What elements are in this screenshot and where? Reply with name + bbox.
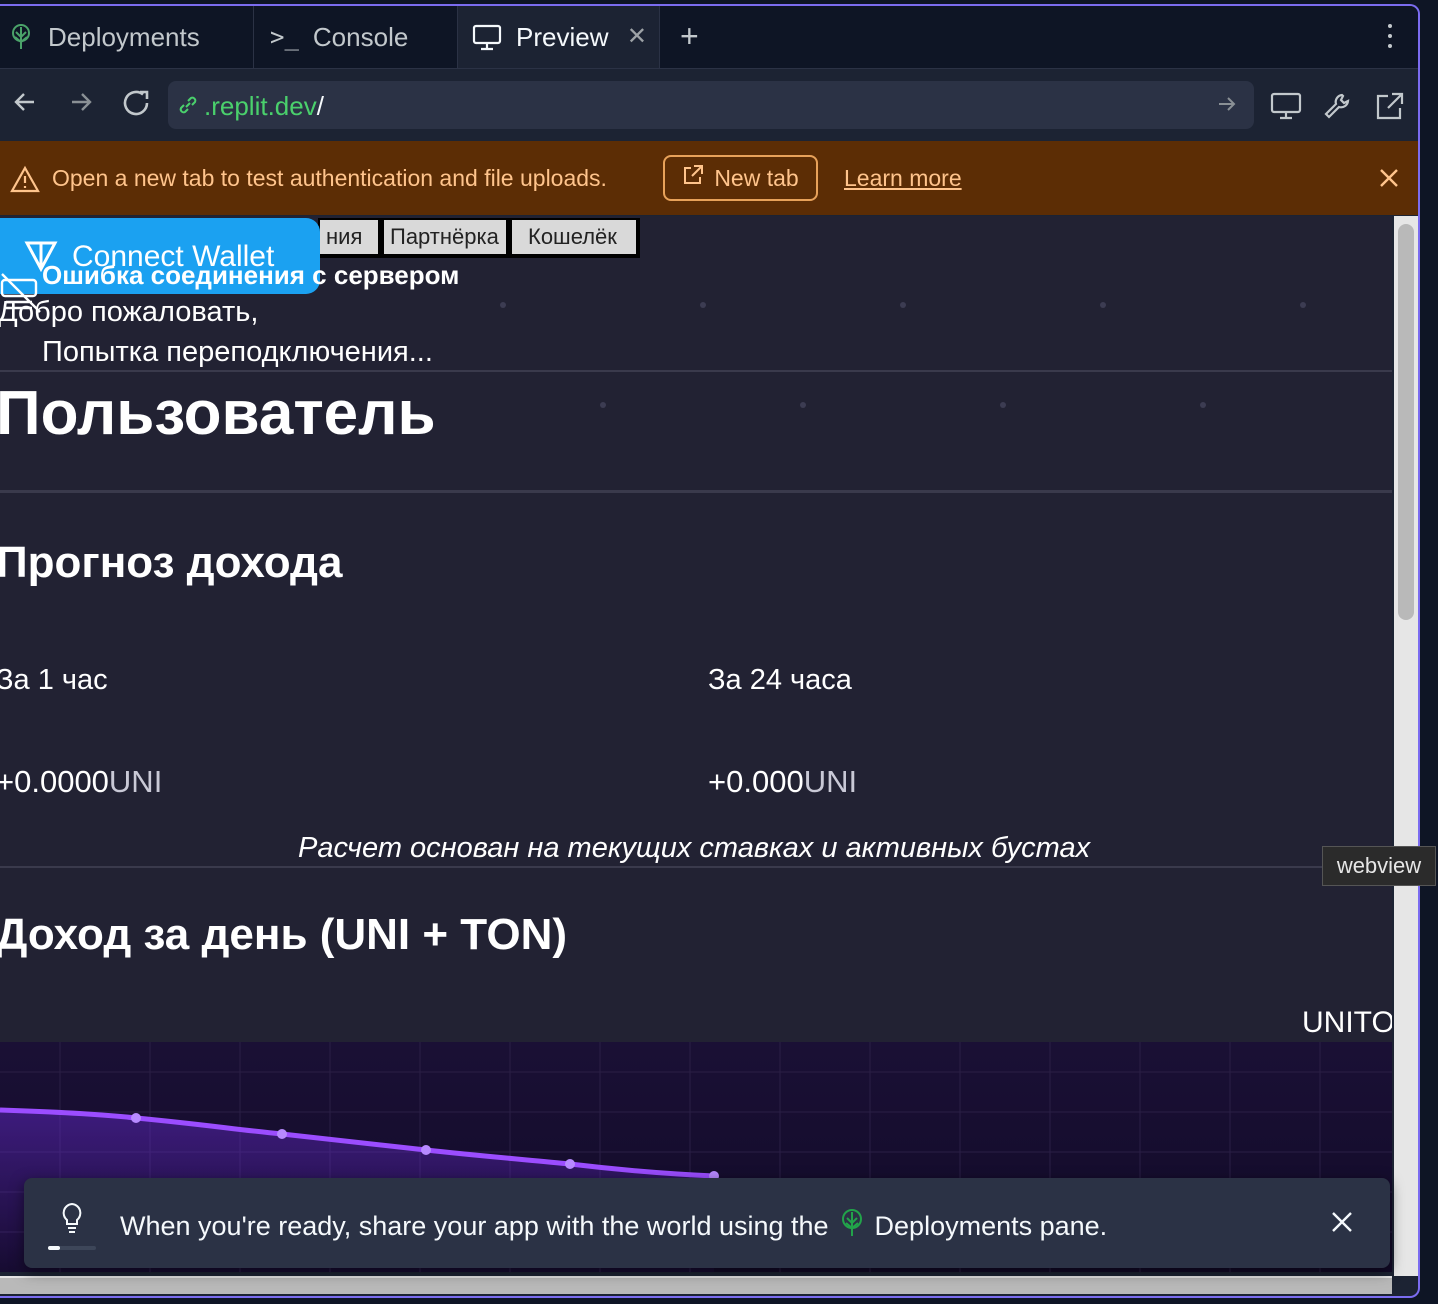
browser-toolbar: .replit.dev/ xyxy=(0,69,1418,141)
learn-more-link[interactable]: Learn more xyxy=(844,165,962,192)
forecast-heading: Прогноз дохода xyxy=(0,538,343,587)
webview-content: ния Партнёрка Кошелёк Connect Wallet Оши… xyxy=(0,216,1392,1272)
tab-preview-label: Preview xyxy=(516,21,609,52)
background-dot xyxy=(700,302,706,308)
chart-legend: UNITO xyxy=(1302,1006,1392,1039)
replit-preview-pane: Deployments >_ Console Preview ✕ + .repl… xyxy=(0,4,1420,1298)
forecast-note: Расчет основан на текущих ставках и акти… xyxy=(298,832,1091,864)
background-dot xyxy=(900,302,906,308)
nav-button-missions[interactable]: ния xyxy=(318,218,382,258)
close-banner-icon[interactable] xyxy=(1378,167,1400,194)
divider xyxy=(0,370,1392,372)
background-dot xyxy=(1200,402,1206,408)
vertical-scrollbar-thumb[interactable] xyxy=(1398,224,1414,620)
daily-income-heading: Доход за день (UNI + TON) xyxy=(0,910,568,959)
lightbulb-icon xyxy=(60,1202,84,1241)
horizontal-scrollbar[interactable] xyxy=(0,1276,1392,1294)
new-tab-label: New tab xyxy=(714,164,799,191)
url-input[interactable]: .replit.dev/ xyxy=(168,81,1254,129)
close-tab-icon[interactable]: ✕ xyxy=(627,22,647,51)
welcome-text: Добро пожаловать, xyxy=(0,296,259,328)
devices-icon[interactable] xyxy=(1270,91,1302,126)
new-tab-button[interactable]: New tab xyxy=(663,155,818,201)
banner-message: Open a new tab to test authentication an… xyxy=(52,165,607,191)
background-dot xyxy=(600,402,606,408)
per-day-label: За 24 часа xyxy=(708,664,852,696)
background-dot xyxy=(1300,302,1306,308)
external-link-icon[interactable] xyxy=(1374,91,1406,126)
toast-message: When you're ready, share your app with t… xyxy=(120,1208,1107,1245)
nav-button-partner[interactable]: Партнёрка xyxy=(382,218,510,258)
arrow-right-icon[interactable] xyxy=(68,89,94,120)
terminal-icon: >_ xyxy=(270,23,299,51)
monitor-icon xyxy=(472,23,502,51)
nav-button-wallet[interactable]: Кошелёк xyxy=(510,218,640,258)
tab-bar: Deployments >_ Console Preview ✕ + xyxy=(0,6,1418,69)
tab-deployments-label: Deployments xyxy=(48,21,200,52)
divider xyxy=(0,490,1392,493)
wrench-icon[interactable] xyxy=(1322,91,1354,126)
warning-triangle-icon xyxy=(10,165,40,198)
url-text: .replit.dev/ xyxy=(204,91,324,121)
background-dot xyxy=(1100,302,1106,308)
external-link-icon xyxy=(682,164,704,192)
deployments-tree-icon xyxy=(8,23,34,51)
per-hour-value: +0.0000UNI xyxy=(0,764,163,799)
link-icon xyxy=(176,93,200,122)
go-arrow-icon[interactable] xyxy=(1216,93,1238,120)
add-tab-button[interactable]: + xyxy=(680,18,699,55)
background-dot xyxy=(500,302,506,308)
webview-tooltip: webview xyxy=(1322,846,1436,886)
user-name-heading: Пользователь xyxy=(0,379,436,448)
background-dot xyxy=(800,402,806,408)
tab-console[interactable]: >_ Console xyxy=(270,6,458,68)
divider xyxy=(0,866,1392,868)
deploy-tip-toast: When you're ready, share your app with t… xyxy=(24,1178,1390,1268)
connection-error: Ошибка соединения с сервером xyxy=(42,260,460,290)
close-toast-icon[interactable] xyxy=(1330,1210,1354,1239)
reload-icon[interactable] xyxy=(122,89,152,122)
arrow-left-icon[interactable] xyxy=(12,89,38,120)
background-dot xyxy=(1000,402,1006,408)
more-options-icon[interactable] xyxy=(1380,24,1400,54)
per-hour-label: За 1 час xyxy=(0,664,108,696)
auth-warning-banner: Open a new tab to test authentication an… xyxy=(0,141,1418,215)
reconnecting-text: Попытка переподключения... xyxy=(42,336,433,368)
tab-deployments[interactable]: Deployments xyxy=(8,6,254,68)
toast-progress xyxy=(48,1246,96,1250)
deployments-tree-icon xyxy=(839,1208,865,1245)
tab-console-label: Console xyxy=(312,21,409,52)
tab-preview[interactable]: Preview ✕ xyxy=(458,6,660,68)
per-day-value: +0.000UNI xyxy=(708,764,858,799)
